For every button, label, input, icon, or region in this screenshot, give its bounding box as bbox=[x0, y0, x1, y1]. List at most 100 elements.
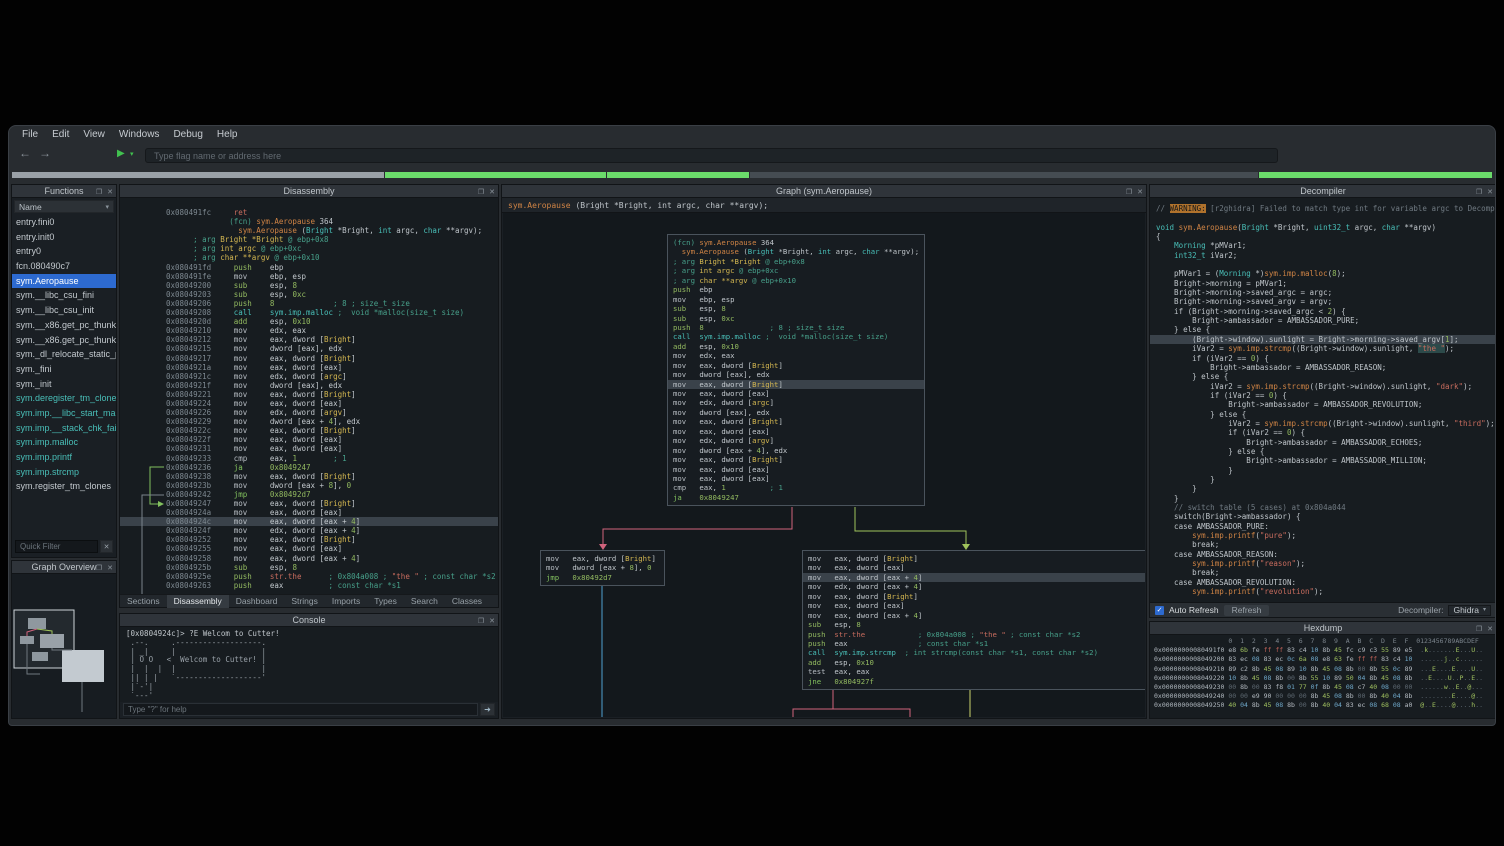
nav-strip-segment[interactable] bbox=[385, 172, 606, 178]
decompiler-line[interactable]: Bright->ambassador = AMBASSADOR_REASON; bbox=[1150, 363, 1496, 372]
graph-node-line[interactable]: call sym.imp.strcmp ; int strcmp(const c… bbox=[803, 648, 1145, 657]
disassembly-line[interactable]: 0x08049212 mov eax, dword [Bright] bbox=[120, 335, 498, 344]
function-list-item[interactable]: sym._init bbox=[12, 377, 116, 392]
quick-filter-input[interactable] bbox=[15, 540, 98, 553]
disassembly-line[interactable]: 0x08049215 mov dword [eax], edx bbox=[120, 344, 498, 353]
disassembly-line[interactable]: 0x0804923b mov dword [eax + 8], 0 bbox=[120, 481, 498, 490]
decompiler-line[interactable]: Bright->morning->saved_argc = argc; bbox=[1150, 288, 1496, 297]
close-icon[interactable]: ✕ bbox=[107, 564, 113, 572]
graph-node-line[interactable]: mov dword [eax], edx bbox=[668, 408, 924, 417]
decompiler-line[interactable]: Bright->ambassador = AMBASSADOR_REVOLUTI… bbox=[1150, 400, 1496, 409]
decompiler-line[interactable]: if (iVar2 == 0) { bbox=[1150, 391, 1496, 400]
function-list-item[interactable]: sym.imp.printf bbox=[12, 450, 116, 465]
decompiler-line[interactable]: // switch table (5 cases) at 0x804a044 bbox=[1150, 503, 1496, 512]
nav-strip-segment[interactable] bbox=[607, 172, 749, 178]
decompiler-line[interactable]: iVar2 = sym.imp.strcmp((Bright->window).… bbox=[1150, 344, 1496, 353]
disassembly-line[interactable]: 0x08049210 mov edx, eax bbox=[120, 326, 498, 335]
graph-node-line[interactable]: call sym.imp.malloc ; void *malloc(size_… bbox=[668, 332, 924, 341]
menu-view[interactable]: View bbox=[76, 129, 112, 140]
disassembly-line[interactable]: 0x08049200 sub esp, 8 bbox=[120, 281, 498, 290]
disassembly-line[interactable]: 0x08049258 mov eax, dword [eax + 4] bbox=[120, 554, 498, 563]
graph-node-line[interactable]: mov edx, dword [argc] bbox=[668, 398, 924, 407]
disassembly-line[interactable]: 0x08049226 mov edx, dword [argv] bbox=[120, 408, 498, 417]
debug-play-button[interactable]: ▶ bbox=[117, 148, 125, 159]
disassembly-line[interactable]: 0x08049252 mov eax, dword [Bright] bbox=[120, 535, 498, 544]
function-list-item[interactable]: sym.Aeropause bbox=[12, 274, 116, 289]
hexdump-row[interactable]: 0x0000000008049230 00 8b 00 83 f8 01 77 … bbox=[1150, 683, 1496, 692]
disassembly-line[interactable]: sym.Aeropause (Bright *Bright, int argc,… bbox=[120, 226, 498, 235]
graph-node-true-branch[interactable]: mov eax, dword [Bright]mov eax, dword [e… bbox=[802, 550, 1145, 690]
disassembly-line[interactable]: 0x08049229 mov dword [eax + 4], edx bbox=[120, 417, 498, 426]
close-icon[interactable]: ✕ bbox=[489, 188, 495, 196]
hexdump-row[interactable]: 0x0000000008049240 00 00 e9 90 00 00 00 … bbox=[1150, 692, 1496, 701]
decompiler-line[interactable]: Bright->morning = pMVar1; bbox=[1150, 279, 1496, 288]
graph-node-line[interactable]: mov edx, eax bbox=[668, 351, 924, 360]
console-input[interactable] bbox=[123, 703, 478, 716]
graph-node-line[interactable]: sub esp, 8 bbox=[668, 304, 924, 313]
function-list-item[interactable]: fcn.080490c7 bbox=[12, 259, 116, 274]
hexdump-titlebar[interactable]: Hexdump ❐✕ bbox=[1150, 622, 1496, 635]
disassembly-line[interactable]: 0x08049247 mov eax, dword [Bright] bbox=[120, 499, 498, 508]
graph-node-line[interactable]: mov eax, dword [Bright] bbox=[668, 361, 924, 370]
disassembly-line[interactable]: 0x08049203 sub esp, 0xc bbox=[120, 290, 498, 299]
graph-node-line[interactable]: mov dword [eax], edx bbox=[668, 370, 924, 379]
decompiler-line[interactable]: if (iVar2 == 0) { bbox=[1150, 354, 1496, 363]
disassembly-line[interactable]: 0x0804925e push str.the ; 0x804a008 ; "t… bbox=[120, 572, 498, 581]
disassembly-line[interactable]: 0x08049217 mov eax, dword [Bright] bbox=[120, 354, 498, 363]
console-send-button[interactable]: ➜ bbox=[480, 703, 495, 716]
hexdump-row[interactable]: 0x0000000008049200 83 ec 08 83 ec 0c 6a … bbox=[1150, 655, 1496, 664]
decompiler-line[interactable]: (Bright->window).sunlight = Bright->morn… bbox=[1150, 335, 1496, 344]
function-list-item[interactable]: sym.deregister_tm_clones bbox=[12, 391, 116, 406]
hexdump-row[interactable]: 0x0000000008049220 10 8b 45 08 8b 00 8b … bbox=[1150, 674, 1496, 683]
undock-icon[interactable]: ❐ bbox=[1476, 625, 1482, 633]
function-list-item[interactable]: entry.init0 bbox=[12, 230, 116, 245]
graph-node-line[interactable]: mov eax, dword [eax] bbox=[668, 427, 924, 436]
graph-node-line[interactable]: cmp eax, 1 ; 1 bbox=[668, 483, 924, 492]
graph-node-line[interactable]: sub esp, 0xc bbox=[668, 314, 924, 323]
disassembly-line[interactable]: 0x08049255 mov eax, dword [eax] bbox=[120, 544, 498, 553]
decompiler-line[interactable]: break; bbox=[1150, 540, 1496, 549]
decompiler-line[interactable]: sym.imp.printf("pure"); bbox=[1150, 531, 1496, 540]
disassembly-line[interactable]: 0x0804925b sub esp, 8 bbox=[120, 563, 498, 572]
disassembly-line[interactable]: 0x0804924a mov eax, dword [eax] bbox=[120, 508, 498, 517]
disassembly-line[interactable]: 0x0804924f mov edx, dword [eax + 4] bbox=[120, 526, 498, 535]
close-icon[interactable]: ✕ bbox=[489, 617, 495, 625]
decompiler-line[interactable]: if (iVar2 == 0) { bbox=[1150, 428, 1496, 437]
nav-strip-segment[interactable] bbox=[750, 172, 1258, 178]
disassembly-line[interactable]: (fcn) sym.Aeropause 364 bbox=[120, 217, 498, 226]
decompiler-line[interactable]: } else { bbox=[1150, 447, 1496, 456]
graph-node-line[interactable]: mov eax, dword [eax + 4] bbox=[803, 573, 1145, 582]
decompiler-line[interactable]: case AMBASSADOR_PURE: bbox=[1150, 522, 1496, 531]
undock-icon[interactable]: ❐ bbox=[478, 617, 484, 625]
menu-windows[interactable]: Windows bbox=[112, 129, 167, 140]
graph-node-line[interactable]: mov eax, dword [eax] bbox=[668, 389, 924, 398]
graph-node-line[interactable]: jne 0x804927f bbox=[803, 677, 1145, 686]
decompiler-line[interactable] bbox=[1150, 213, 1496, 222]
decompiler-line[interactable]: { bbox=[1150, 232, 1496, 241]
tab-classes[interactable]: Classes bbox=[445, 595, 489, 608]
decompiler-line[interactable]: void sym.Aeropause(Bright *Bright, uint3… bbox=[1150, 223, 1496, 232]
disassembly-line[interactable]: 0x080491fd push ebp bbox=[120, 263, 498, 272]
tab-disassembly[interactable]: Disassembly bbox=[167, 595, 229, 608]
disassembly-line[interactable]: 0x08049206 push 8 ; 8 ; size_t size bbox=[120, 299, 498, 308]
graph-node-line[interactable]: push eax ; const char *s1 bbox=[803, 639, 1145, 648]
graph-node-line[interactable]: mov dword [eax + 8], 0 bbox=[541, 563, 664, 572]
disassembly-line[interactable]: 0x08049263 push eax ; const char *s1 bbox=[120, 581, 498, 590]
decompiler-line[interactable] bbox=[1150, 260, 1496, 269]
disassembly-line[interactable]: 0x0804921f mov dword [eax], edx bbox=[120, 381, 498, 390]
disassembly-line[interactable]: 0x08049236 ja 0x8049247 bbox=[120, 463, 498, 472]
forward-button[interactable]: → bbox=[39, 146, 51, 160]
menu-edit[interactable]: Edit bbox=[45, 129, 76, 140]
tab-strings[interactable]: Strings bbox=[284, 595, 324, 608]
disassembly-titlebar[interactable]: Disassembly ❐✕ bbox=[120, 185, 498, 198]
functions-sort-header[interactable]: Name ▾ bbox=[14, 200, 114, 213]
function-list-item[interactable]: sym.__libc_csu_fini bbox=[12, 288, 116, 303]
disassembly-line[interactable]: 0x08049238 mov eax, dword [Bright] bbox=[120, 472, 498, 481]
graph-node-line[interactable]: test eax, eax bbox=[803, 667, 1145, 676]
function-list-item[interactable]: sym._dl_relocate_static_pie bbox=[12, 347, 116, 362]
decompiler-line[interactable]: } else { bbox=[1150, 410, 1496, 419]
function-list-item[interactable]: sym.imp.__stack_chk_fail bbox=[12, 421, 116, 436]
function-list-item[interactable]: sym.imp.__libc_start_main bbox=[12, 406, 116, 421]
graph-node-line[interactable]: push ebp bbox=[668, 285, 924, 294]
disassembly-line[interactable]: 0x08049224 mov eax, dword [eax] bbox=[120, 399, 498, 408]
